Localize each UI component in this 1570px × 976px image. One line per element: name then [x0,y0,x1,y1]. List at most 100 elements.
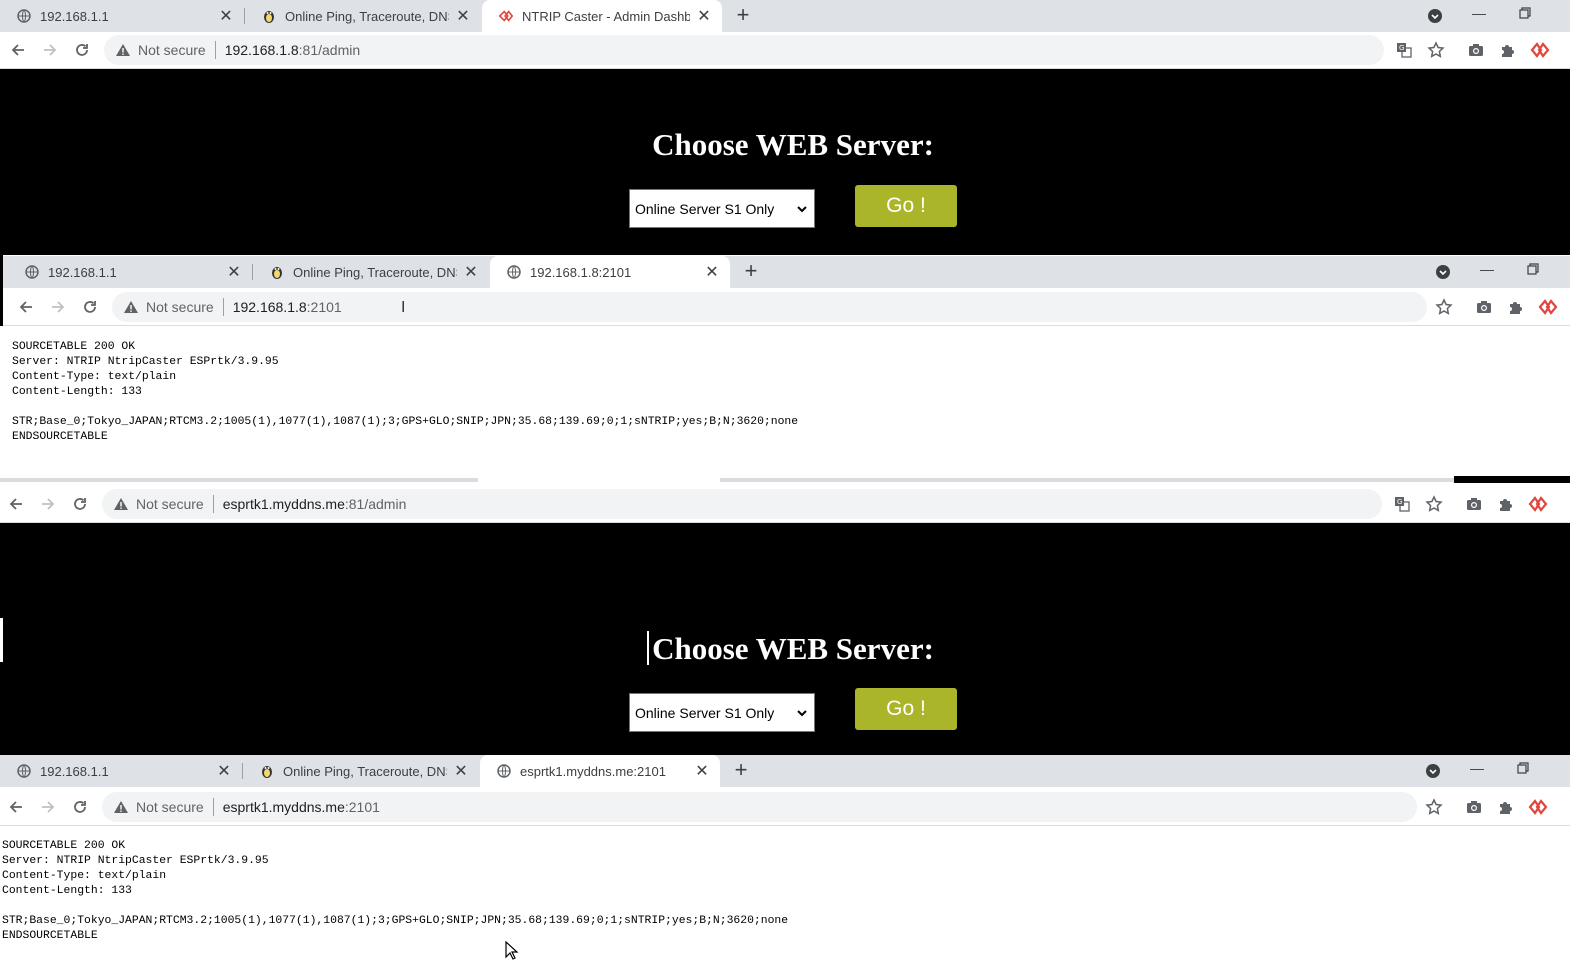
bookmark-star-icon[interactable] [1426,40,1446,60]
security-label: Not secure [136,799,204,815]
tab-router-4[interactable]: 192.168.1.1 ✕ [0,755,242,787]
tab-online-ping-1[interactable]: Online Ping, Traceroute, DNS loo ✕ [245,0,481,32]
restore-icon[interactable] [1513,758,1533,778]
close-icon[interactable]: ✕ [463,264,479,281]
back-icon[interactable] [16,297,36,317]
select-value: Online Server S1 Only [635,200,775,217]
close-icon[interactable]: ✕ [216,763,232,780]
new-tab-button[interactable]: + [737,257,765,285]
close-icon[interactable]: ✕ [455,8,471,25]
penguin-icon [259,763,275,779]
text-line: STR;Base_0;Tokyo_JAPAN;RTCM3.2;1005(1),1… [2,915,789,927]
address-bar[interactable]: Not secure 192.168.1.8:81/admin [104,35,1384,65]
address-bar[interactable]: Not secure esprtk1.myddns.me:2101 [102,792,1417,822]
text-line: Server: NTRIP NtripCaster ESPrtk/3.9.95 [12,356,279,368]
minimize-icon[interactable]: — [1467,758,1487,778]
extensions-icon[interactable] [1506,297,1526,317]
tab-sourcetable-remote[interactable]: esprtk1.myddns.me:2101 ✕ [480,755,720,787]
restore-icon[interactable] [1515,3,1535,23]
text-line: Server: NTRIP NtripCaster ESPrtk/3.9.95 [2,855,269,867]
close-icon[interactable]: ✕ [226,264,242,281]
forward-icon[interactable] [40,40,60,60]
tab-search-icon[interactable] [1423,761,1443,781]
ntrip-extension-icon[interactable] [1538,297,1558,317]
warning-icon[interactable] [122,298,140,316]
back-icon[interactable] [8,40,28,60]
ntrip-extension-icon[interactable] [1528,494,1548,514]
ntrip-logo-icon [498,8,514,24]
sourcetable-text: SOURCETABLE 200 OK Server: NTRIP NtripCa… [2,839,788,944]
reload-icon[interactable] [70,797,90,817]
close-icon[interactable]: ✕ [696,8,712,25]
url-host: esprtk1.myddns.me [222,496,345,512]
tab-search-icon[interactable] [1425,6,1445,26]
forward-icon[interactable] [48,297,68,317]
extensions-icon[interactable] [1496,797,1516,817]
new-tab-button[interactable]: + [727,756,755,784]
back-icon[interactable] [6,797,26,817]
ntrip-extension-icon[interactable] [1530,40,1550,60]
extensions-icon[interactable] [1496,494,1516,514]
bookmark-star-icon[interactable] [1424,797,1444,817]
warning-icon[interactable] [112,798,130,816]
tab-title: Online Ping, Traceroute, DNS loo [283,763,447,779]
restore-icon[interactable] [1523,259,1543,279]
close-icon[interactable]: ✕ [704,264,720,281]
penguin-icon [261,8,277,24]
close-icon[interactable]: ✕ [218,8,234,25]
tab-search-icon[interactable] [1433,262,1453,282]
sourcetable-text: SOURCETABLE 200 OK Server: NTRIP NtripCa… [12,340,798,445]
go-button[interactable]: Go ! [855,688,957,730]
tab-ntrip-admin[interactable]: NTRIP Caster - Admin Dashboarc ✕ [482,0,722,32]
globe-icon [24,264,40,280]
tab-router-2[interactable]: 192.168.1.1 ✕ [8,256,252,288]
address-bar[interactable]: Not secure 192.168.1.8:2101 I [112,292,1427,322]
reload-icon[interactable] [72,40,92,60]
globe-icon [496,763,512,779]
close-icon[interactable]: ✕ [694,763,710,780]
forward-icon[interactable] [38,797,58,817]
camera-icon[interactable] [1464,797,1484,817]
camera-icon[interactable] [1466,40,1486,60]
server-select[interactable]: Online Server S1 Only [629,693,815,732]
address-bar[interactable]: Not secure esprtk1.myddns.me:81/admin [102,489,1382,519]
ntrip-extension-icon[interactable] [1528,797,1548,817]
camera-icon[interactable] [1464,494,1484,514]
minimize-icon[interactable]: — [1469,3,1489,23]
minimize-icon[interactable]: — [1477,259,1497,279]
select-value: Online Server S1 Only [635,704,775,721]
scrollbar-thumb[interactable] [1454,476,1570,483]
globe-icon [506,264,522,280]
tab-online-ping-2[interactable]: Online Ping, Traceroute, DNS loo ✕ [253,256,489,288]
go-button[interactable]: Go ! [855,185,957,227]
tab-title: Online Ping, Traceroute, DNS loo [285,8,449,24]
close-icon[interactable]: ✕ [453,763,469,780]
bookmark-star-icon[interactable] [1434,297,1454,317]
url-text: 192.168.1.8:2101 [233,299,342,315]
translate-icon[interactable]: G [1394,40,1414,60]
divider [212,798,214,816]
back-icon[interactable] [6,494,26,514]
text-line: SOURCETABLE 200 OK [12,341,136,353]
extensions-icon[interactable] [1498,40,1518,60]
warning-icon[interactable] [114,41,132,59]
warning-icon[interactable] [112,495,130,513]
forward-icon[interactable] [38,494,58,514]
page-heading: Choose WEB Server: [652,127,934,162]
admin-dashboard-local: Choose WEB Server: Online Server S1 Only… [0,69,1570,255]
text-line: STR;Base_0;Tokyo_JAPAN;RTCM3.2;1005(1),1… [12,416,799,428]
translate-icon[interactable]: G [1392,494,1412,514]
divider [212,495,214,513]
url-path: :2101 [306,299,342,315]
bookmark-star-icon[interactable] [1424,494,1444,514]
reload-icon[interactable] [80,297,100,317]
new-tab-button[interactable]: + [729,1,757,29]
camera-icon[interactable] [1474,297,1494,317]
horizontal-scrollbar[interactable] [0,476,1570,486]
tab-online-ping-4[interactable]: Online Ping, Traceroute, DNS loo ✕ [243,755,479,787]
url-path: :81/admin [344,496,407,512]
tab-sourcetable-local[interactable]: 192.168.1.8:2101 ✕ [490,256,730,288]
server-select[interactable]: Online Server S1 Only [629,189,815,228]
tab-router-1[interactable]: 192.168.1.1 ✕ [0,0,244,32]
reload-icon[interactable] [70,494,90,514]
